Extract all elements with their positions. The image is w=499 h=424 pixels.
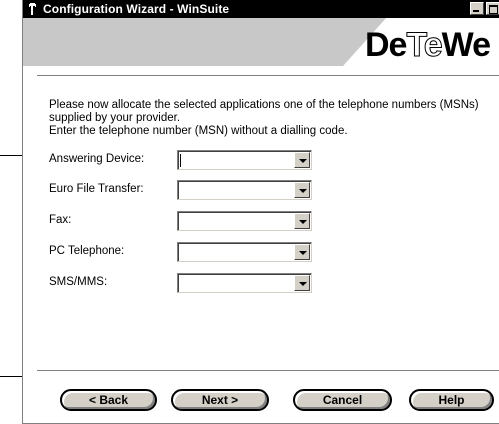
chevron-down-icon bbox=[299, 159, 307, 163]
header-banner: DeTeWe bbox=[23, 18, 499, 66]
instructions-line-1: Please now allocate the selected applica… bbox=[49, 99, 479, 124]
answering-device-combo[interactable] bbox=[177, 150, 312, 170]
help-button[interactable]: Help bbox=[409, 389, 494, 411]
callout-line-bottom bbox=[0, 376, 24, 377]
instructions-line-2: Enter the telephone number (MSN) without… bbox=[49, 125, 348, 137]
title-bar[interactable]: Configuration Wizard - WinSuite bbox=[23, 0, 499, 18]
app-icon bbox=[26, 2, 40, 16]
pc-telephone-label: PC Telephone: bbox=[49, 245, 125, 257]
brand-logo: DeTeWe bbox=[365, 26, 491, 64]
minimize-icon bbox=[473, 10, 479, 12]
instructions: Please now allocate the selected applica… bbox=[49, 99, 499, 138]
sms-mms-dropdown-button[interactable] bbox=[294, 275, 310, 291]
logo-part-de: De bbox=[365, 26, 407, 64]
cancel-button[interactable]: Cancel bbox=[293, 389, 392, 411]
maximize-icon bbox=[489, 5, 498, 14]
window-controls bbox=[468, 2, 499, 15]
fax-dropdown-button[interactable] bbox=[294, 213, 310, 229]
next-button[interactable]: Next > bbox=[171, 389, 269, 411]
minimize-button[interactable] bbox=[470, 2, 484, 15]
answering-device-dropdown-button[interactable] bbox=[294, 152, 310, 168]
fax-combo[interactable] bbox=[177, 211, 312, 231]
logo-part-te: Te bbox=[406, 26, 443, 64]
wizard-window: Configuration Wizard - WinSuite DeTeWe P… bbox=[22, 0, 499, 424]
text-caret bbox=[180, 154, 181, 167]
footer-separator bbox=[37, 370, 499, 372]
header-separator bbox=[37, 75, 499, 77]
chevron-down-icon bbox=[299, 220, 307, 224]
answering-device-label: Answering Device: bbox=[49, 153, 145, 165]
chevron-down-icon bbox=[299, 282, 307, 286]
euro-file-transfer-label: Euro File Transfer: bbox=[49, 183, 144, 195]
back-button[interactable]: < Back bbox=[60, 389, 157, 411]
callout-line-top bbox=[0, 155, 24, 156]
fax-label: Fax: bbox=[49, 214, 72, 226]
euro-file-transfer-combo[interactable] bbox=[177, 180, 312, 200]
maximize-button[interactable] bbox=[486, 2, 499, 15]
window-title: Configuration Wizard - WinSuite bbox=[43, 2, 230, 16]
chevron-down-icon bbox=[299, 251, 307, 255]
euro-file-transfer-dropdown-button[interactable] bbox=[294, 182, 310, 198]
chevron-down-icon bbox=[299, 189, 307, 193]
sms-mms-label: SMS/MMS: bbox=[49, 276, 108, 288]
sms-mms-combo[interactable] bbox=[177, 273, 312, 293]
pc-telephone-dropdown-button[interactable] bbox=[294, 244, 310, 260]
logo-part-we: We bbox=[441, 26, 491, 64]
pc-telephone-combo[interactable] bbox=[177, 242, 312, 262]
